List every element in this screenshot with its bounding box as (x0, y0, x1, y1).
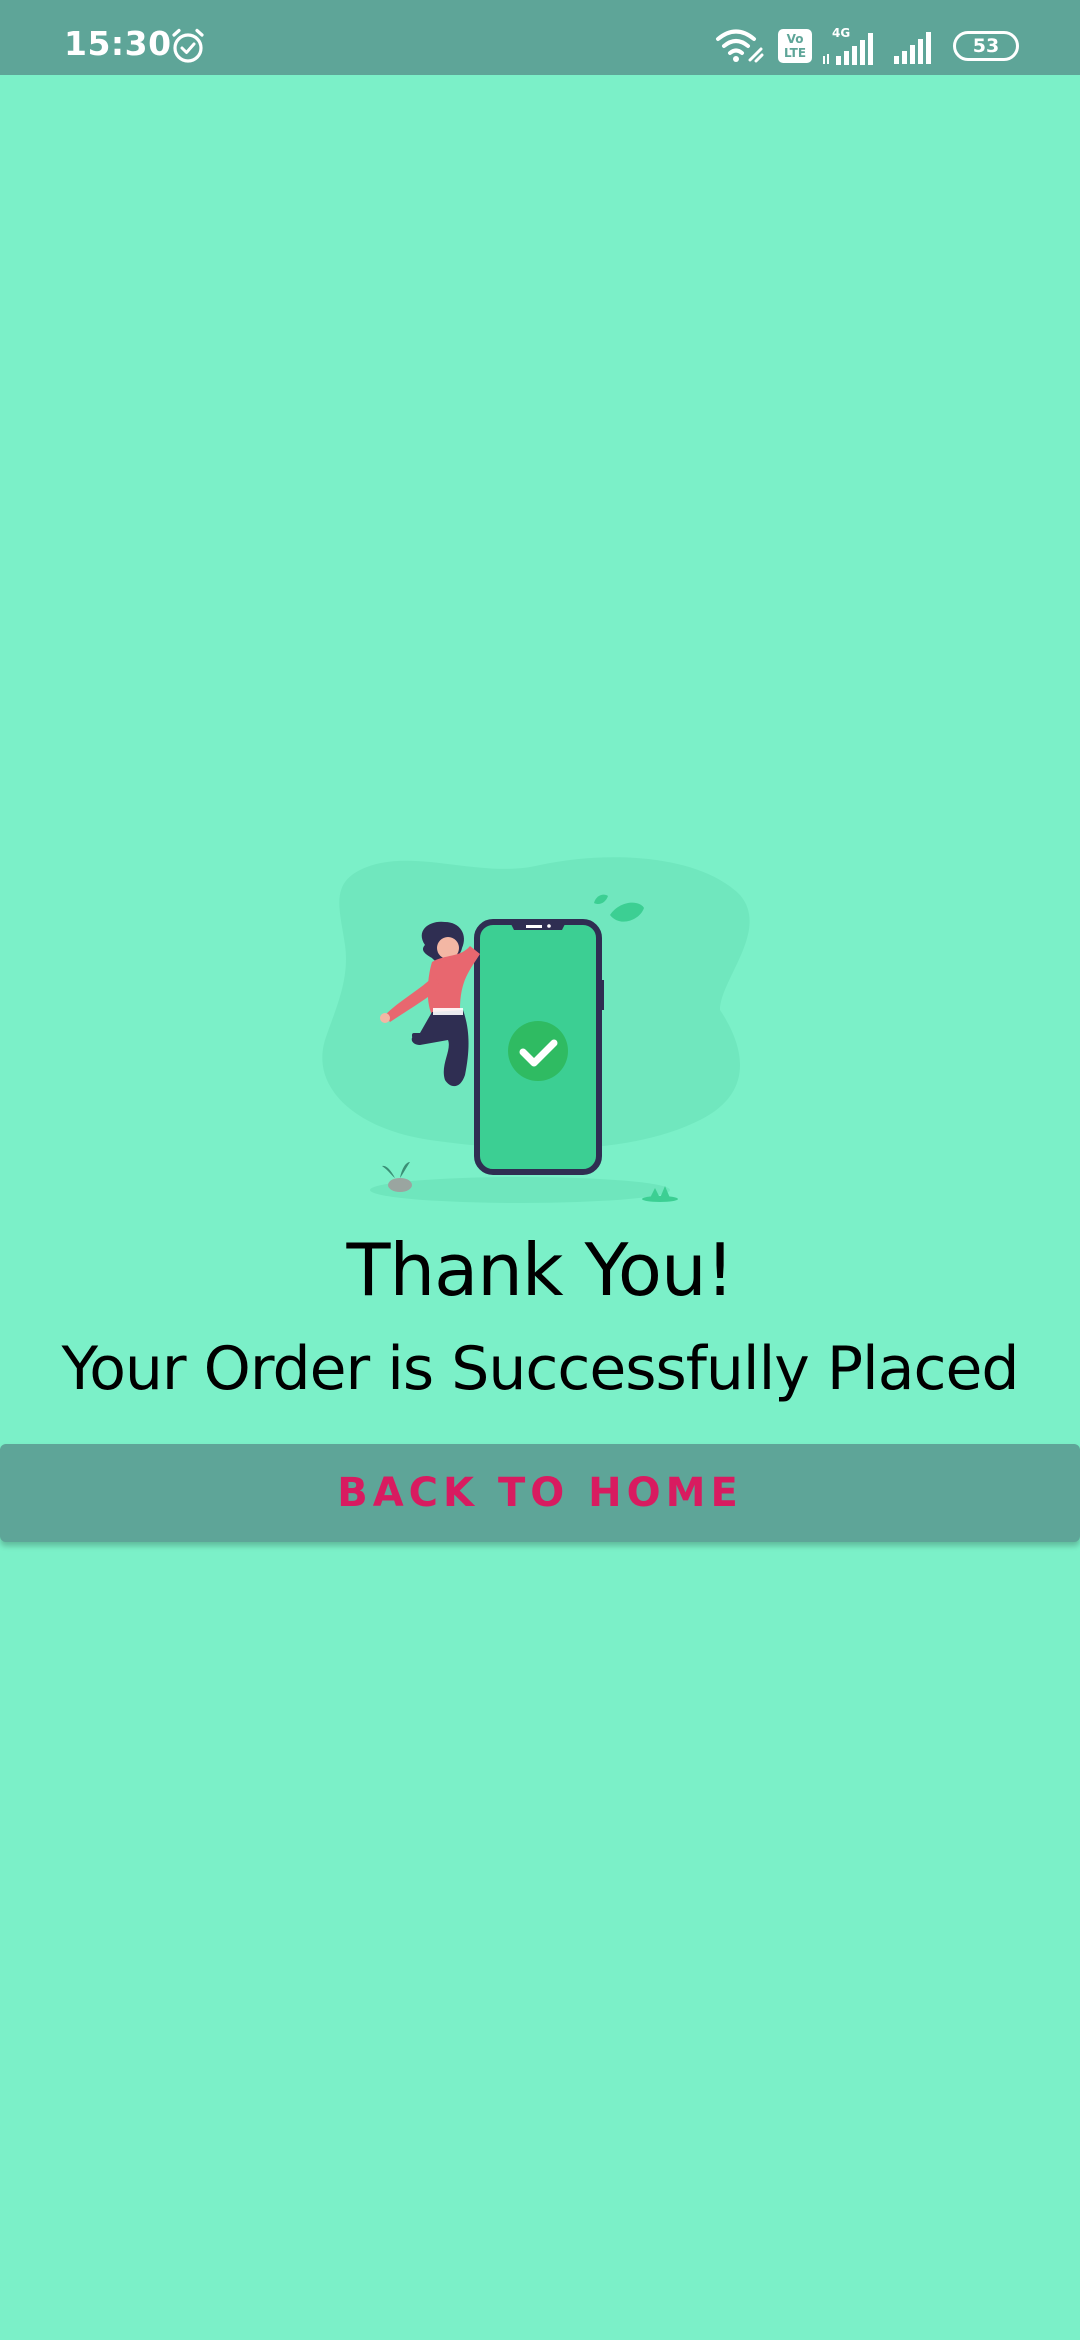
back-to-home-button[interactable]: BACK TO HOME (0, 1444, 1080, 1542)
rock-icon (388, 1178, 412, 1192)
alarm-clock-icon (172, 28, 204, 63)
mobile-signal-4g-icon: 4G (823, 26, 873, 65)
network-type-label: 4G (832, 26, 850, 40)
status-bar: 15:30 Vo LTE 4G 53 (0, 0, 1080, 75)
plant-icon (382, 1162, 410, 1178)
battery-indicator: 53 (953, 31, 1019, 61)
order-success-message: Your Order is Successfully Placed (61, 1334, 1020, 1404)
checkmark-circle-icon (508, 1021, 568, 1081)
status-time: 15:30 (64, 24, 172, 63)
thank-you-heading: Thank You! (346, 1228, 735, 1312)
mobile-signal-icon (894, 32, 931, 64)
wifi-icon (716, 29, 764, 63)
order-success-illustration (322, 857, 750, 1203)
volte-badge: Vo LTE (778, 29, 812, 63)
ground-shadow (370, 1177, 670, 1203)
